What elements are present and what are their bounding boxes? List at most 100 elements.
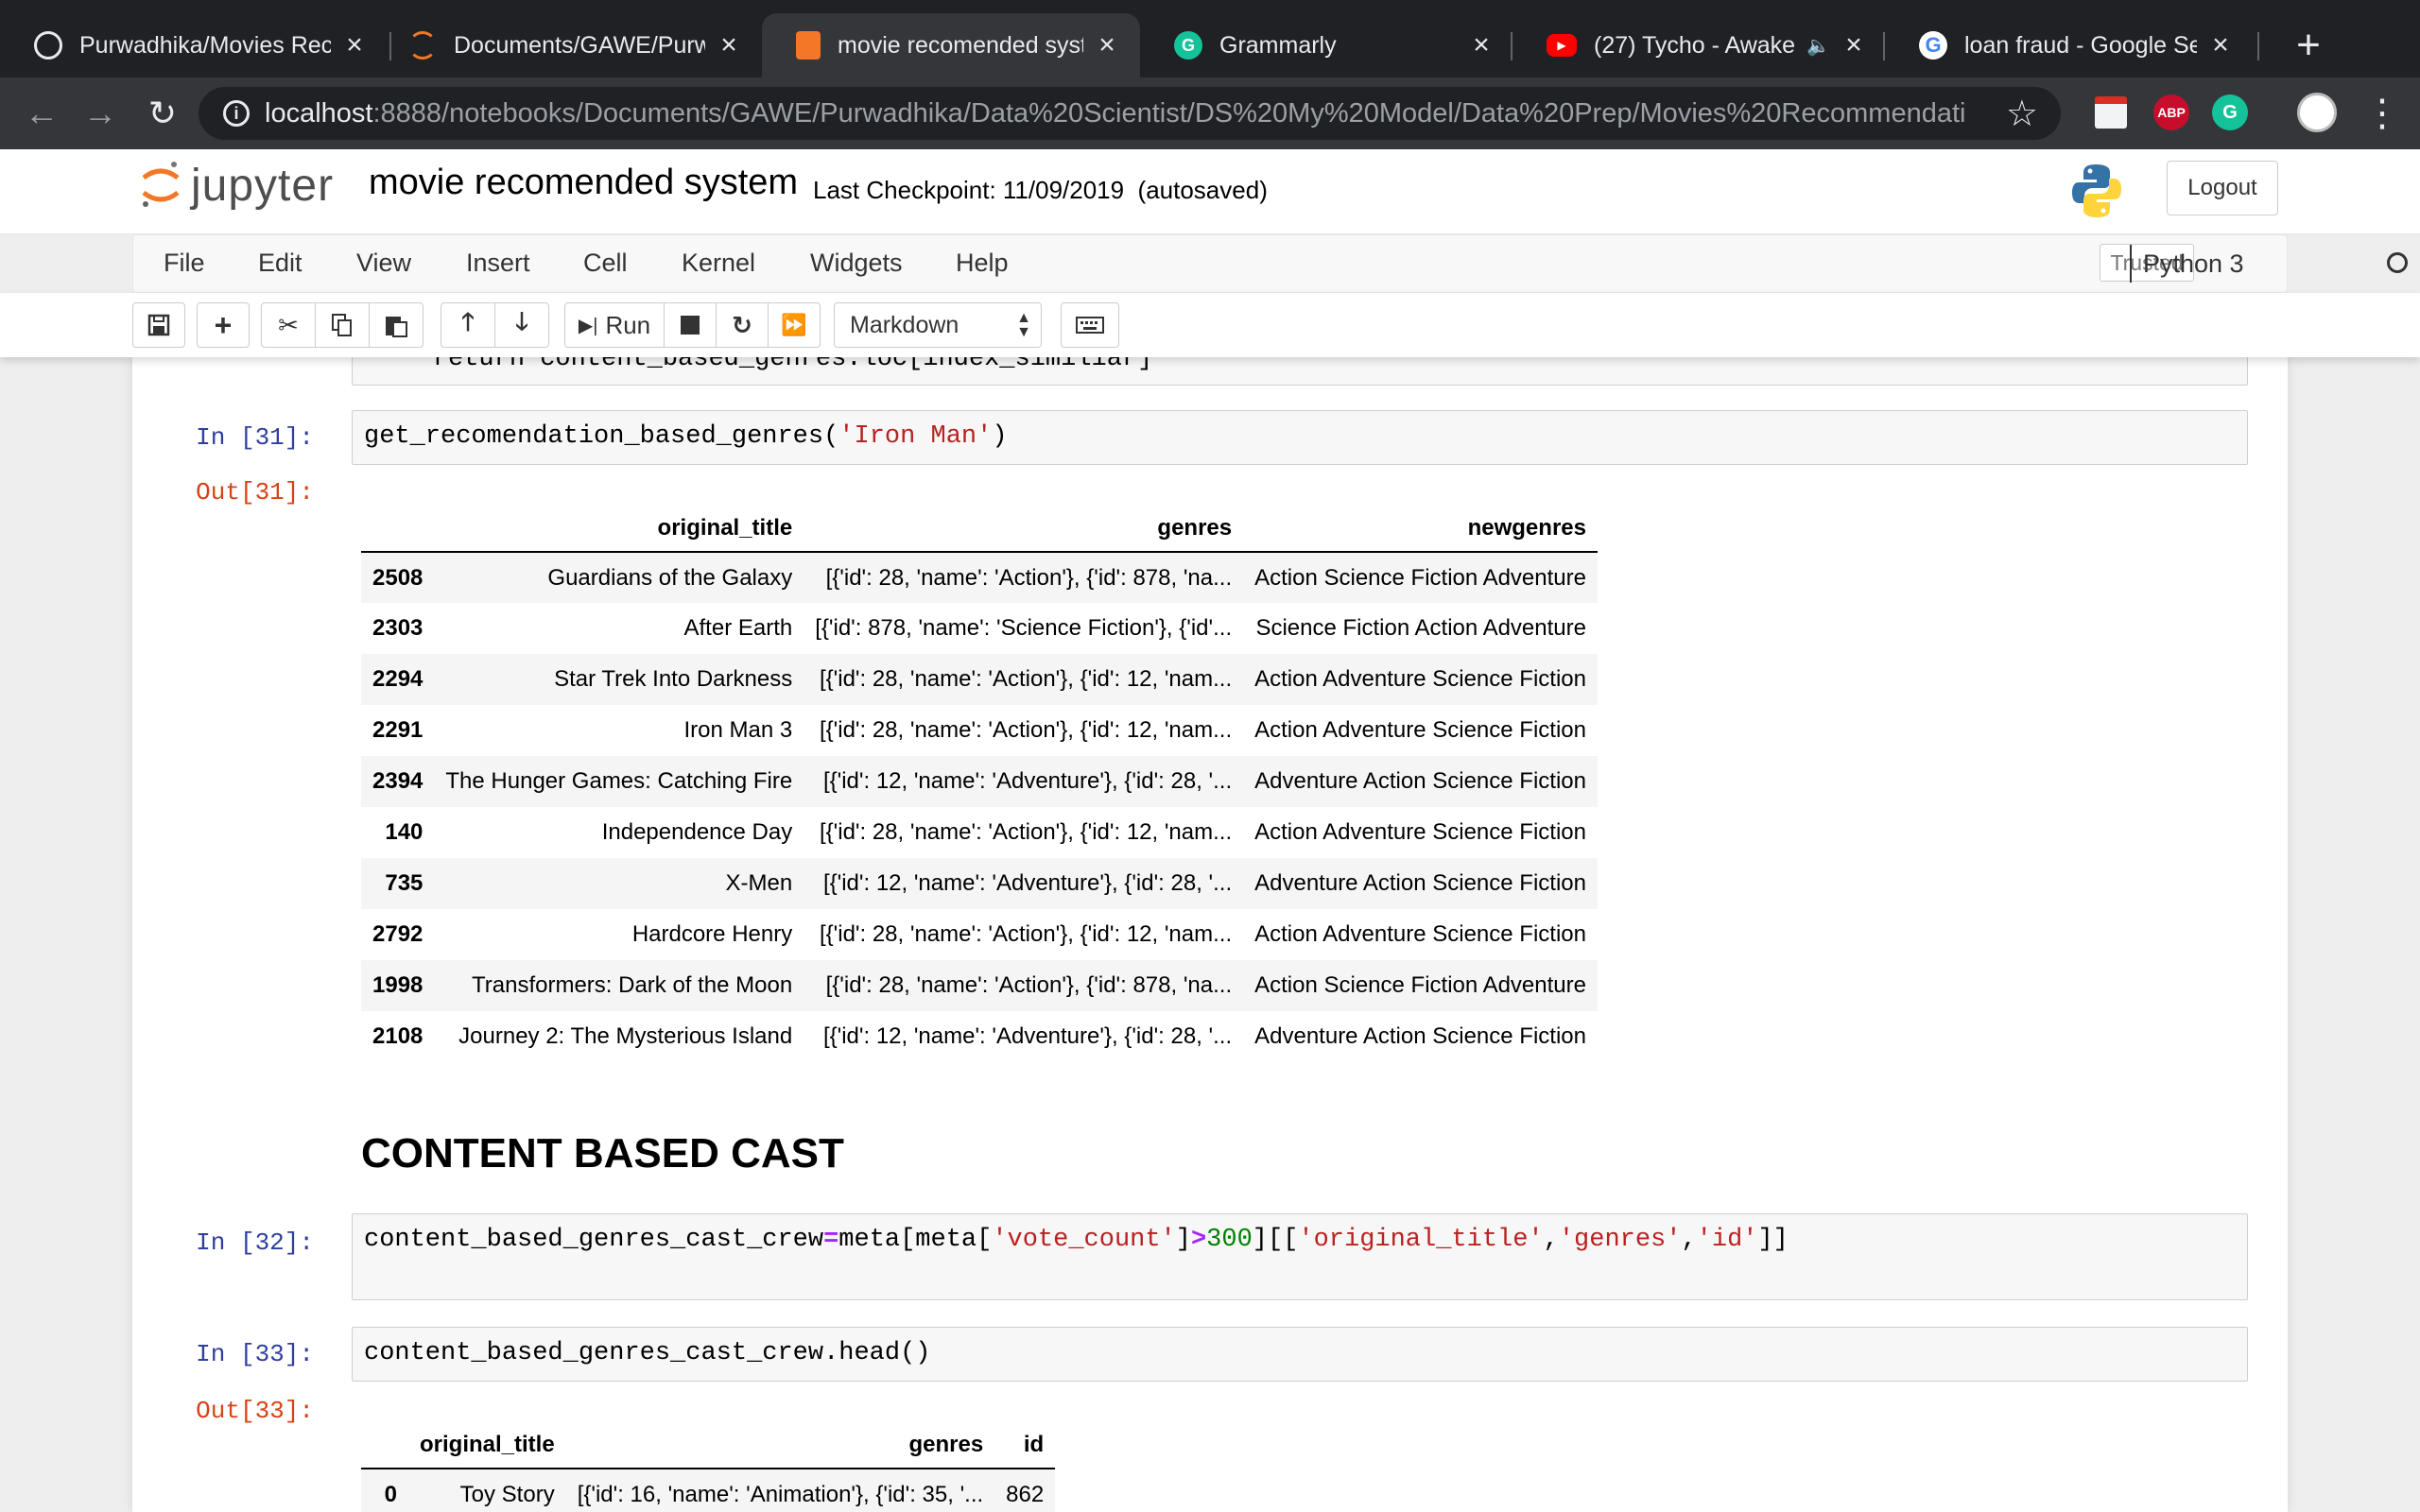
menu-widgets[interactable]: Widgets [810,249,903,278]
close-tab-icon[interactable]: × [715,29,743,61]
table-row: 2294 Star Trek Into Darkness [{'id': 28, '… [361,654,1598,705]
code-cell-input[interactable]: content_based_genres_cast_crew.head() [352,1327,2248,1382]
menu-kernel[interactable]: Kernel [682,249,755,278]
run-label: Run [605,310,651,339]
python-logo-icon [2070,163,2123,219]
table-row: 2394 The Hunger Games: Catching Fire [{'id… [361,756,1598,807]
url-host: localhost [265,97,373,129]
row-index: 2303 [372,615,424,641]
table-cell: Action Adventure Science Fiction [1254,666,1586,692]
row-index: 1998 [372,972,424,998]
bookmark-star-icon[interactable]: ☆ [2006,93,2038,135]
browser-toolbar: ← → ↻ i localhost:8888/notebooks/Documen… [0,77,2420,149]
menu-help[interactable]: Help [956,249,1009,278]
move-down-button[interactable]: 🡓 [494,302,549,348]
run-button[interactable]: ▶| Run [564,302,665,348]
restart-button[interactable]: ↻ [716,302,769,348]
paste-icon [386,317,407,337]
notebook-icon [796,31,821,60]
dataframe-output: original_title genres id 0 Toy Story [{'id… [361,1416,1056,1512]
code-cell-input[interactable]: get_recomendation_based_genres('Iron Man… [352,410,2248,465]
notebook-scroll-area[interactable]: return content_based_genres.loc[index_si… [0,357,2420,1512]
notebook-name[interactable]: movie recomended system [369,163,798,203]
table-cell: Action Adventure Science Fiction [1254,921,1586,947]
copy-button[interactable] [315,302,370,348]
new-tab-icon[interactable]: + [2280,21,2337,70]
table-row: 140 Independence Day [{'id': 28, 'name': '… [361,807,1598,858]
table-cell: After Earth [683,615,793,641]
notebook-container: return content_based_genres.loc[index_si… [132,357,2288,1512]
table-cell: [{'id': 12, 'name': 'Adventure'}, {'id':… [822,768,1233,794]
close-tab-icon[interactable]: × [1093,29,1121,61]
reload-icon[interactable]: ↻ [138,89,187,138]
grammarly-extension-icon[interactable]: G [2212,94,2248,130]
input-prompt: In [32]: [196,1228,314,1257]
logout-button[interactable]: Logout [2167,161,2278,215]
step-forward-icon: ▶| [578,315,598,336]
extension-calendar-icon[interactable] [2095,96,2127,129]
jupyter-logo[interactable]: jupyter [140,159,334,212]
info-icon[interactable]: i [223,100,250,127]
arrow-down-icon: 🡓 [515,307,528,335]
browser-tab[interactable]: ▶ (27) Tycho - Awake [ 🔈 × [1512,13,1887,77]
command-palette-button[interactable] [1061,302,1119,348]
table-cell: Action Adventure Science Fiction [1254,717,1586,743]
jupyter-header: jupyter movie recomended system Last Che… [0,149,2420,234]
table-body: 0 Toy Story [{'id': 16, 'name': 'Animation… [361,1469,1056,1512]
speaker-icon[interactable]: 🔈 [1806,34,1830,58]
kernel-name[interactable]: Python 3 [2130,245,2244,283]
dataframe-output: original_title genres newgenres 2508 Guar… [361,499,1598,1062]
close-tab-icon[interactable]: × [1467,29,1495,61]
url-text[interactable]: localhost:8888/notebooks/Documents/GAWE/… [265,98,1966,129]
interrupt-button[interactable] [664,302,717,348]
menu-view[interactable]: View [356,249,411,278]
close-tab-icon[interactable]: × [340,29,369,61]
code-cell-input-previous[interactable]: return content_based_genres.loc[index_si… [352,357,2248,386]
browser-tab[interactable]: Purwadhika/Movies Reco × [0,13,388,77]
menu-cell[interactable]: Cell [583,249,628,278]
browser-tab-strip: Purwadhika/Movies Reco × Documents/GAWE/… [0,0,2420,77]
address-bar[interactable]: i localhost:8888/notebooks/Documents/GAW… [199,87,2061,140]
restart-run-all-button[interactable]: ⏩ [768,302,821,348]
browser-tab[interactable]: Documents/GAWE/Purwa × [374,13,762,77]
scissors-icon: ✂ [278,310,299,339]
cell-type-select[interactable]: Markdown ▲ ▼ [834,302,1042,348]
column-header: genres [565,1416,995,1469]
cut-button[interactable]: ✂ [261,302,316,348]
move-up-button[interactable]: 🡑 [441,302,495,348]
browser-tab[interactable]: G loan fraud - Google Sear × [1885,13,2254,77]
row-index: 2108 [372,1023,424,1049]
code-cell-input[interactable]: content_based_genres_cast_crew=meta[meta… [352,1213,2248,1300]
select-arrows-icon: ▲ ▼ [1016,310,1031,340]
table-cell: Adventure Action Science Fiction [1254,870,1586,896]
browser-tab[interactable]: G Grammarly × [1140,13,1514,77]
browser-menu-icon[interactable]: ⋮ [2363,89,2401,138]
paste-button[interactable] [369,302,424,348]
row-index: 2291 [372,717,424,743]
column-header: id [994,1416,1056,1469]
insert-cell-button[interactable]: + [197,302,250,348]
forward-icon[interactable]: → [76,89,125,138]
table-row: 2303 After Earth [{'id': 878, 'name': 'Sci… [361,603,1598,654]
keyboard-icon [1076,317,1104,334]
menu-file[interactable]: File [164,249,205,278]
row-index: 2294 [372,666,424,692]
tab-label: Purwadhika/Movies Reco [79,31,331,59]
menu-insert[interactable]: Insert [466,249,530,278]
jupyter-icon [408,31,437,60]
menu-edit[interactable]: Edit [258,249,302,278]
adblock-icon[interactable]: ABP [2153,94,2189,130]
output-prompt: Out[31]: [196,478,314,507]
close-tab-icon[interactable]: × [2206,29,2235,61]
table-row: 2508 Guardians of the Galaxy [{'id': 28, '… [361,552,1598,603]
url-path: :8888/notebooks/Documents/GAWE/Purwadhik… [372,97,1966,129]
notebook-menubar: File Edit View Insert Cell Kernel Widget… [132,234,2408,293]
table-cell: Hardcore Henry [631,921,793,947]
back-icon[interactable]: ← [17,89,66,138]
close-tab-icon[interactable]: × [1840,29,1868,61]
row-index: 2394 [372,768,424,794]
profile-avatar[interactable] [2297,93,2337,132]
save-button[interactable] [132,302,185,348]
browser-tab-active[interactable]: movie recomended syste × [762,13,1140,77]
